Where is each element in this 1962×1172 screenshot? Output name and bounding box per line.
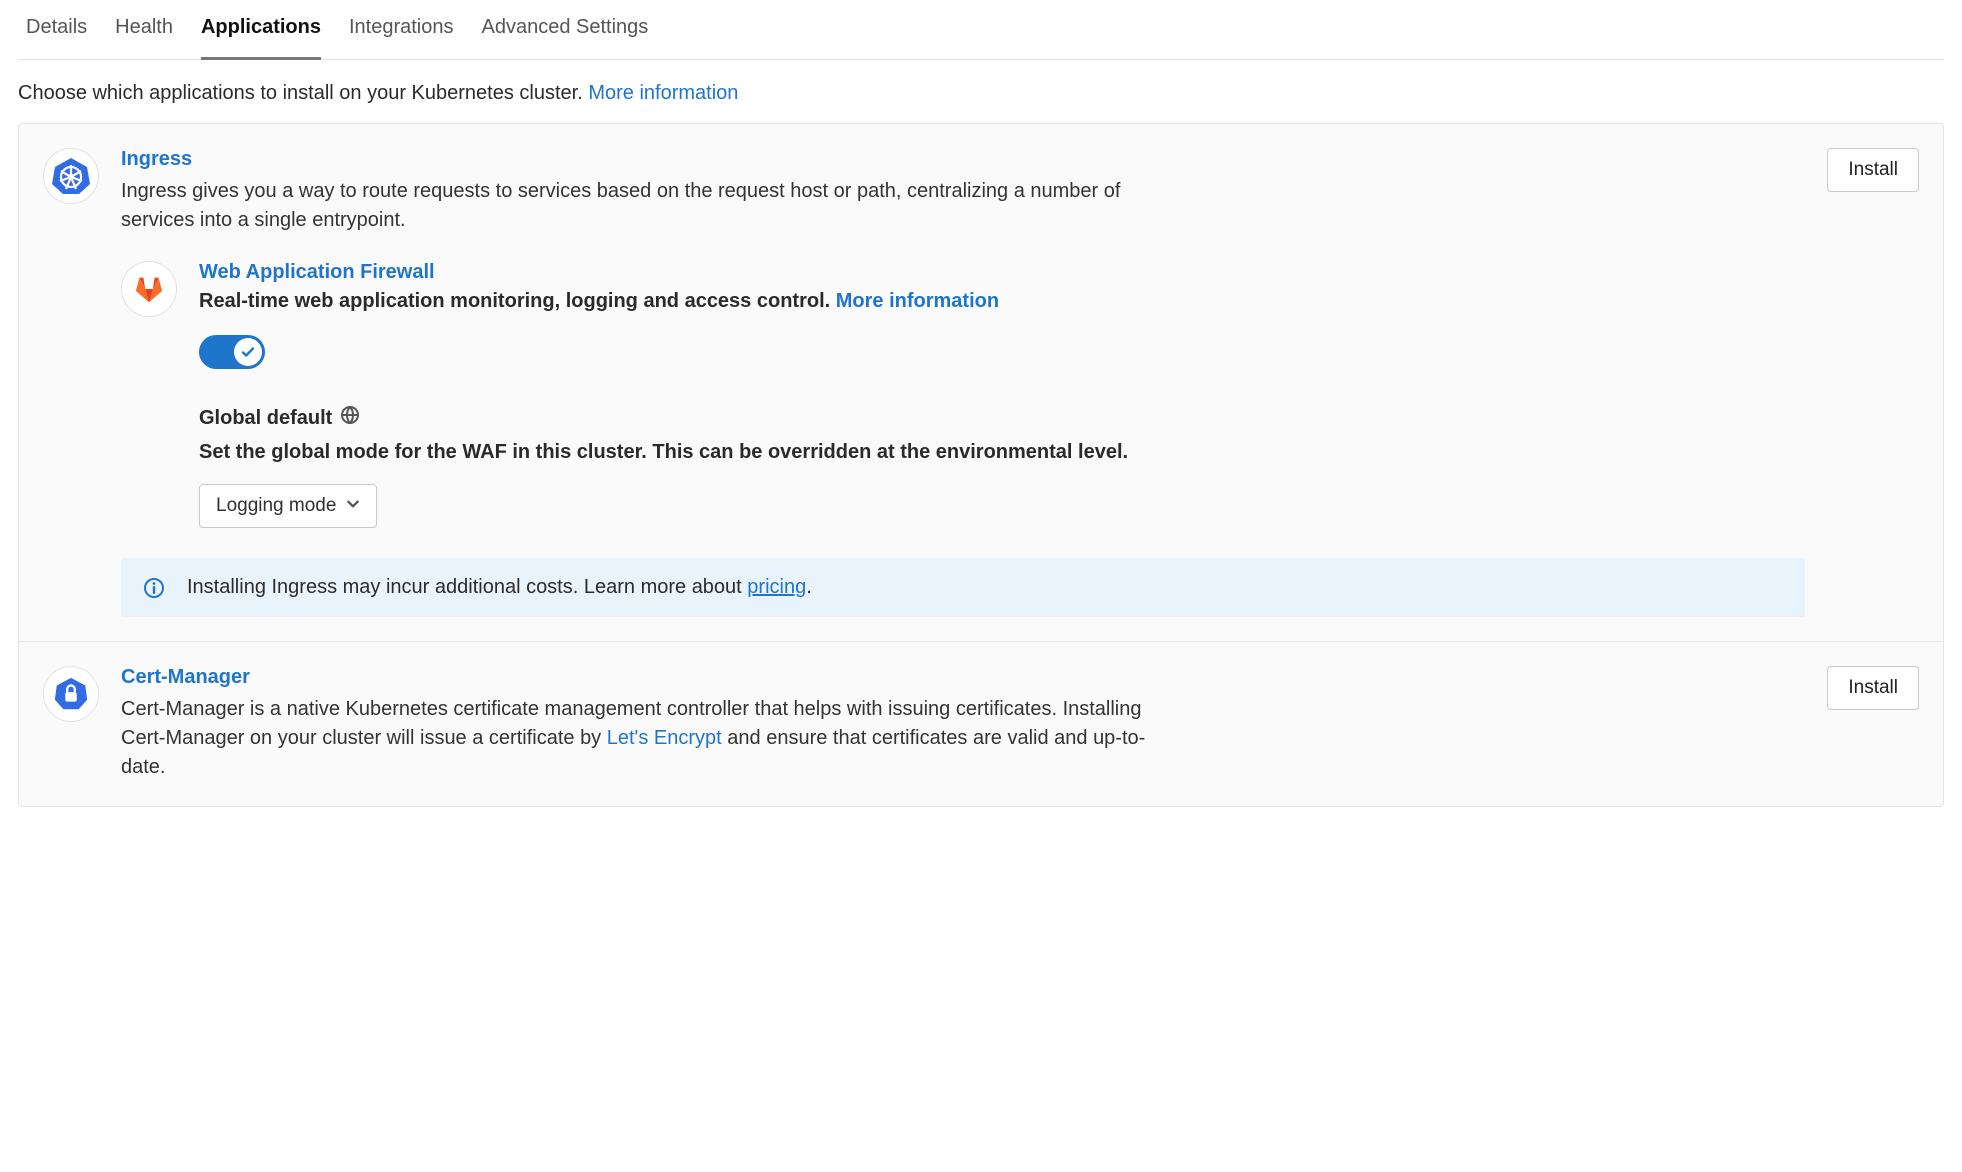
waf-mode-selected: Logging mode bbox=[216, 495, 336, 517]
tab-applications[interactable]: Applications bbox=[201, 16, 321, 60]
gitlab-icon bbox=[121, 261, 177, 317]
global-default-help: Set the global mode for the WAF in this … bbox=[199, 441, 1805, 464]
ingress-title-link[interactable]: Ingress bbox=[121, 148, 192, 171]
lets-encrypt-link[interactable]: Let's Encrypt bbox=[607, 727, 722, 749]
global-default-text: Global default bbox=[199, 407, 332, 430]
waf-row: Web Application Firewall Real-time web a… bbox=[121, 261, 1805, 528]
globe-icon bbox=[340, 405, 360, 431]
notice-text-b: . bbox=[806, 576, 812, 598]
intro-text: Choose which applications to install on … bbox=[18, 60, 1944, 123]
applications-panel: Ingress Ingress gives you a way to route… bbox=[18, 123, 1944, 807]
info-icon bbox=[143, 577, 165, 599]
chevron-down-icon bbox=[346, 495, 360, 517]
tab-health[interactable]: Health bbox=[115, 16, 173, 59]
waf-enable-toggle[interactable] bbox=[199, 335, 265, 369]
ingress-cost-notice: Installing Ingress may incur additional … bbox=[121, 558, 1805, 617]
pricing-link[interactable]: pricing bbox=[747, 576, 806, 598]
global-default-label: Global default bbox=[199, 405, 1805, 431]
tab-advanced-settings[interactable]: Advanced Settings bbox=[481, 16, 648, 59]
waf-desc-text: Real-time web application monitoring, lo… bbox=[199, 290, 836, 312]
install-cert-manager-button[interactable]: Install bbox=[1827, 666, 1919, 710]
tab-integrations[interactable]: Integrations bbox=[349, 16, 454, 59]
notice-text: Installing Ingress may incur additional … bbox=[187, 576, 812, 599]
ingress-description: Ingress gives you a way to route request… bbox=[121, 177, 1181, 235]
tab-details[interactable]: Details bbox=[26, 16, 87, 59]
intro-label: Choose which applications to install on … bbox=[18, 82, 588, 104]
app-row-cert-manager: Cert-Manager Cert-Manager is a native Ku… bbox=[19, 642, 1943, 806]
cert-manager-description: Cert-Manager is a native Kubernetes cert… bbox=[121, 695, 1181, 782]
waf-more-information-link[interactable]: More information bbox=[836, 290, 999, 312]
waf-title-link[interactable]: Web Application Firewall bbox=[199, 261, 435, 284]
waf-description: Real-time web application monitoring, lo… bbox=[199, 290, 1805, 313]
notice-text-a: Installing Ingress may incur additional … bbox=[187, 576, 747, 598]
app-row-ingress: Ingress Ingress gives you a way to route… bbox=[19, 124, 1943, 642]
toggle-knob bbox=[234, 338, 262, 366]
kubernetes-icon bbox=[43, 148, 99, 204]
more-information-link[interactable]: More information bbox=[588, 82, 738, 104]
waf-mode-select[interactable]: Logging mode bbox=[199, 484, 377, 528]
lock-shield-icon bbox=[43, 666, 99, 722]
install-ingress-button[interactable]: Install bbox=[1827, 148, 1919, 192]
tabs-bar: Details Health Applications Integrations… bbox=[18, 0, 1944, 60]
cert-manager-title-link[interactable]: Cert-Manager bbox=[121, 666, 250, 689]
